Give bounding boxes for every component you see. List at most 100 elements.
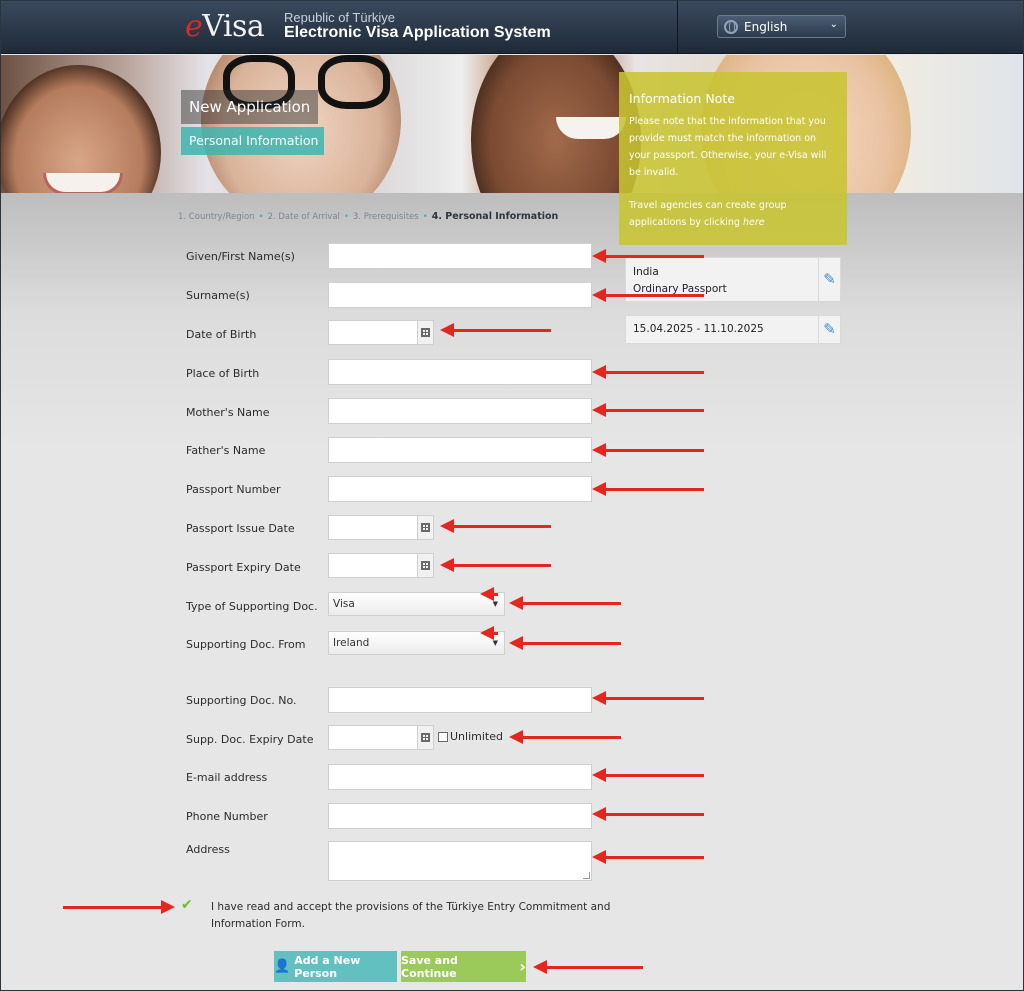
check-icon[interactable]: ✔ [181, 898, 197, 912]
supporting-doc-no-label: Supporting Doc. No. [186, 694, 297, 707]
calendar-button[interactable] [417, 516, 433, 539]
passport-issue-date-input[interactable] [328, 515, 434, 540]
unlimited-label: Unlimited [450, 730, 503, 743]
arrow-annotation-icon [592, 365, 704, 379]
arrow-annotation-icon [440, 519, 551, 533]
passport-number-input[interactable] [328, 476, 592, 502]
mothers-name-label: Mother's Name [186, 406, 270, 419]
chevron-right-icon: › [519, 957, 526, 976]
information-note-agencies: Travel agencies can create group applica… [629, 197, 837, 231]
passport-number-label: Passport Number [186, 483, 281, 496]
arrow-annotation-icon [592, 691, 704, 705]
globe-icon [724, 19, 738, 34]
group-application-link[interactable]: here [743, 217, 765, 228]
arrow-annotation-icon [592, 403, 704, 417]
calendar-icon [421, 523, 430, 532]
progress-steps: 1. Country/Region • 2. Date of Arrival • 3. … [178, 211, 558, 222]
supp-doc-expiry-date-label: Supp. Doc. Expiry Date [186, 733, 314, 746]
information-note: Information Note Please note that the in… [619, 72, 847, 245]
supp-doc-expiry-date-input[interactable] [328, 725, 434, 750]
chevron-down-icon: ⌄ [829, 19, 838, 30]
logo-text: Visa [202, 9, 265, 44]
pencil-icon[interactable]: ✎ [818, 258, 840, 301]
unlimited-checkbox-group[interactable]: Unlimited [438, 730, 503, 743]
header-title: Electronic Visa Application System [284, 24, 551, 41]
place-of-birth-label: Place of Birth [186, 367, 260, 380]
language-value: English [744, 19, 788, 34]
hero-banner [1, 55, 1023, 193]
arrow-annotation-icon [592, 288, 704, 302]
supporting-doc-from-value: Ireland [333, 637, 370, 649]
phone-input[interactable] [328, 803, 592, 829]
save-and-continue-button[interactable]: Save and Continue › [401, 951, 526, 982]
surname-label: Surname(s) [186, 289, 250, 302]
arrow-annotation-icon [592, 249, 704, 263]
add-new-person-button[interactable]: 👤 Add a New Person [274, 951, 397, 982]
step-separator: • [258, 212, 264, 222]
given-name-label: Given/First Name(s) [186, 250, 295, 263]
given-name-input[interactable] [328, 243, 592, 269]
arrow-annotation-icon [592, 768, 704, 782]
supporting-doc-type-label: Type of Supporting Doc. [186, 600, 318, 613]
surname-input[interactable] [328, 282, 592, 308]
date-of-birth-label: Date of Birth [186, 328, 257, 341]
arrow-annotation-icon [592, 807, 704, 821]
passport-expiry-date-label: Passport Expiry Date [186, 561, 301, 574]
supporting-doc-from-label: Supporting Doc. From [186, 638, 306, 651]
chevron-down-icon: ▼ [478, 626, 498, 647]
new-application-heading: New Application [181, 90, 319, 124]
personal-information-tag: Personal Information [181, 127, 324, 155]
evisa-logo[interactable]: eVisa [185, 9, 265, 44]
information-note-text: Please note that the information that yo… [629, 116, 827, 178]
phone-label: Phone Number [186, 810, 268, 823]
email-input[interactable] [328, 764, 592, 790]
calendar-button[interactable] [417, 726, 433, 749]
address-textarea[interactable] [328, 841, 592, 881]
step-country-region[interactable]: 1. Country/Region [178, 212, 255, 222]
arrow-annotation-icon [509, 636, 621, 650]
summary-dates: 15.04.2025 - 11.10.2025 [633, 323, 764, 335]
header-divider [677, 1, 678, 54]
fathers-name-label: Father's Name [186, 444, 266, 457]
arrow-annotation-icon [592, 850, 704, 864]
supporting-doc-type-value: Visa [333, 598, 355, 610]
email-label: E-mail address [186, 771, 268, 784]
calendar-button[interactable] [417, 554, 433, 577]
passport-expiry-date-input[interactable] [328, 553, 434, 578]
arrow-annotation-icon [533, 960, 643, 974]
supporting-doc-no-input[interactable] [328, 687, 592, 713]
mothers-name-input[interactable] [328, 398, 592, 424]
evisa-window: eVisa Republic of Türkiye Electronic Vis… [0, 0, 1024, 991]
accept-provisions-text: I have read and accept the provisions of… [211, 901, 611, 930]
banner-photo-smile-3 [556, 117, 626, 139]
step-personal-information: 4. Personal Information [431, 211, 559, 222]
arrow-annotation-icon [592, 482, 704, 496]
fathers-name-input[interactable] [328, 437, 592, 463]
address-label: Address [186, 843, 230, 856]
unlimited-checkbox[interactable] [438, 731, 448, 742]
step-date-of-arrival[interactable]: 2. Date of Arrival [268, 212, 340, 222]
passport-issue-date-label: Passport Issue Date [186, 522, 295, 535]
save-and-continue-label: Save and Continue [401, 953, 458, 980]
calendar-button[interactable] [417, 321, 433, 344]
supporting-doc-type-select[interactable]: Visa ▼ [328, 587, 505, 616]
arrow-annotation-icon [63, 900, 175, 914]
header-bar: eVisa Republic of Türkiye Electronic Vis… [1, 1, 1023, 54]
calendar-icon [421, 561, 430, 570]
chevron-down-icon: ▼ [478, 587, 498, 608]
pencil-icon[interactable]: ✎ [818, 316, 840, 343]
step-prerequisites[interactable]: 3. Prerequisites [353, 212, 419, 222]
arrow-annotation-icon [440, 323, 551, 337]
step-separator: • [422, 212, 428, 222]
arrow-annotation-icon [592, 443, 704, 457]
language-select[interactable]: English ⌄ [717, 15, 846, 38]
supporting-doc-from-select[interactable]: Ireland ▼ [328, 626, 505, 655]
person-icon: 👤 [274, 959, 291, 974]
header-subtitle: Republic of Türkiye [284, 10, 396, 25]
date-of-birth-input[interactable] [328, 320, 434, 345]
place-of-birth-input[interactable] [328, 359, 592, 385]
logo-e: e [185, 9, 203, 44]
add-new-person-label: Add a New Person [294, 953, 361, 980]
information-note-title: Information Note [629, 91, 735, 106]
arrow-annotation-icon [509, 596, 621, 610]
